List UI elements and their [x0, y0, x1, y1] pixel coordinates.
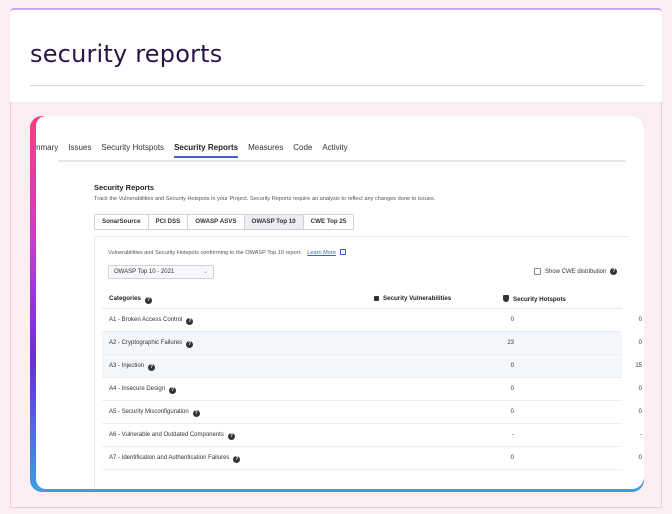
help-icon[interactable]: ? — [144, 297, 152, 304]
table-row: A6 - Vulnerable and Outdated Components?… — [102, 424, 642, 447]
hotspots-cell[interactable]: 0 — [532, 386, 642, 392]
nav-activity[interactable]: Activity — [322, 142, 347, 158]
vulnerabilities-cell: - — [512, 432, 514, 438]
hotspots-cell: - — [640, 432, 642, 438]
help-icon[interactable]: ? — [148, 364, 156, 371]
category-cell: A2 - Cryptographic Failures? — [109, 340, 194, 348]
help-icon[interactable]: ? — [192, 410, 200, 417]
page-title: security reports — [30, 40, 223, 68]
tab-sonarsource[interactable]: SonarSource — [95, 215, 149, 229]
help-icon[interactable]: ? — [233, 456, 241, 463]
category-cell: A1 - Broken Access Control? — [109, 317, 194, 325]
nav-issues[interactable]: Issues — [68, 142, 91, 158]
table-row: A3 - Injection? 0 15 — [102, 355, 642, 378]
header-vulnerabilities: Security Vulnerabilities — [374, 295, 451, 302]
cwe-distribution-toggle[interactable]: Show CWE distribution ? — [534, 268, 618, 275]
section-description: Track the Vulnerabilities and Security H… — [94, 196, 436, 202]
help-icon[interactable]: ? — [610, 268, 618, 275]
header-categories: Categories? — [109, 295, 152, 304]
project-nav: Summary Issues Security Hotspots Securit… — [36, 142, 636, 162]
category-cell: A5 - Security Misconfiguration? — [109, 409, 200, 417]
panel-description-text: Vulnerabilities and Security Hotspots co… — [108, 250, 302, 256]
tab-owasp-top-10[interactable]: OWASP Top 10 — [244, 215, 304, 229]
tab-cwe-top-25[interactable]: CWE Top 25 — [304, 215, 354, 229]
nav-summary[interactable]: Summary — [36, 142, 58, 158]
help-icon[interactable]: ? — [186, 341, 194, 348]
table-row: A1 - Broken Access Control? 0 0 — [102, 309, 642, 332]
nav-security-hotspots[interactable]: Security Hotspots — [101, 142, 164, 158]
tab-pci-dss[interactable]: PCI DSS — [149, 215, 189, 229]
category-cell: A4 - Insecure Design? — [109, 386, 177, 394]
vulnerabilities-cell[interactable]: 0 — [402, 409, 514, 415]
title-divider — [30, 85, 644, 86]
category-cell: A7 - Identification and Authentication F… — [109, 455, 241, 463]
shield-icon — [503, 295, 509, 302]
chevron-down-icon: ⌄ — [202, 269, 208, 275]
hotspots-cell[interactable]: 0 — [532, 317, 642, 323]
header-hotspots: Security Hotspots — [503, 295, 566, 303]
table-header: Categories? Security Vulnerabilities Sec… — [102, 288, 622, 309]
cwe-checkbox[interactable] — [534, 268, 541, 275]
report-tabs: SonarSource PCI DSS OWASP ASVS OWASP Top… — [94, 214, 355, 230]
nav-security-reports[interactable]: Security Reports — [174, 142, 239, 158]
external-link-icon — [340, 249, 347, 255]
hotspots-cell[interactable]: 15 — [532, 363, 642, 369]
lock-icon — [374, 296, 379, 301]
app-screenshot: Summary Issues Security Hotspots Securit… — [36, 116, 644, 489]
owasp-version-select[interactable]: OWASP Top 10 - 2021 ⌄ — [108, 265, 214, 279]
table-row: A4 - Insecure Design? 0 0 — [102, 378, 642, 401]
help-icon[interactable]: ? — [186, 318, 194, 325]
section-title: Security Reports — [94, 183, 155, 192]
tab-owasp-asvs[interactable]: OWASP ASVS — [188, 215, 245, 229]
table-row: A5 - Security Misconfiguration? 0 0 — [102, 401, 642, 424]
cwe-label: Show CWE distribution — [545, 268, 607, 275]
nav-measures[interactable]: Measures — [248, 142, 283, 158]
select-value: OWASP Top 10 - 2021 — [114, 269, 175, 275]
help-icon[interactable]: ? — [169, 387, 177, 394]
vulnerabilities-cell[interactable]: 0 — [402, 455, 514, 461]
table-row: A7 - Identification and Authentication F… — [102, 447, 642, 470]
vulnerabilities-cell[interactable]: 0 — [402, 317, 514, 323]
vulnerabilities-cell[interactable]: 0 — [402, 386, 514, 392]
hotspots-cell[interactable]: 0 — [532, 409, 642, 415]
learn-more-link[interactable]: Learn More — [307, 250, 336, 256]
nav-code[interactable]: Code — [293, 142, 312, 158]
category-cell: A6 - Vulnerable and Outdated Components? — [109, 432, 235, 440]
vulnerabilities-cell[interactable]: 23 — [402, 340, 514, 346]
panel-description: Vulnerabilities and Security Hotspots co… — [108, 249, 347, 256]
category-cell: A3 - Injection? — [109, 363, 156, 371]
nav-divider — [58, 160, 626, 162]
hotspots-cell[interactable]: 0 — [532, 340, 642, 346]
table-row: A2 - Cryptographic Failures? 23 0 — [102, 332, 642, 355]
vulnerabilities-cell[interactable]: 0 — [402, 363, 514, 369]
hotspots-cell[interactable]: 0 — [532, 455, 642, 461]
help-icon[interactable]: ? — [227, 433, 235, 440]
report-table: Categories? Security Vulnerabilities Sec… — [102, 288, 642, 470]
